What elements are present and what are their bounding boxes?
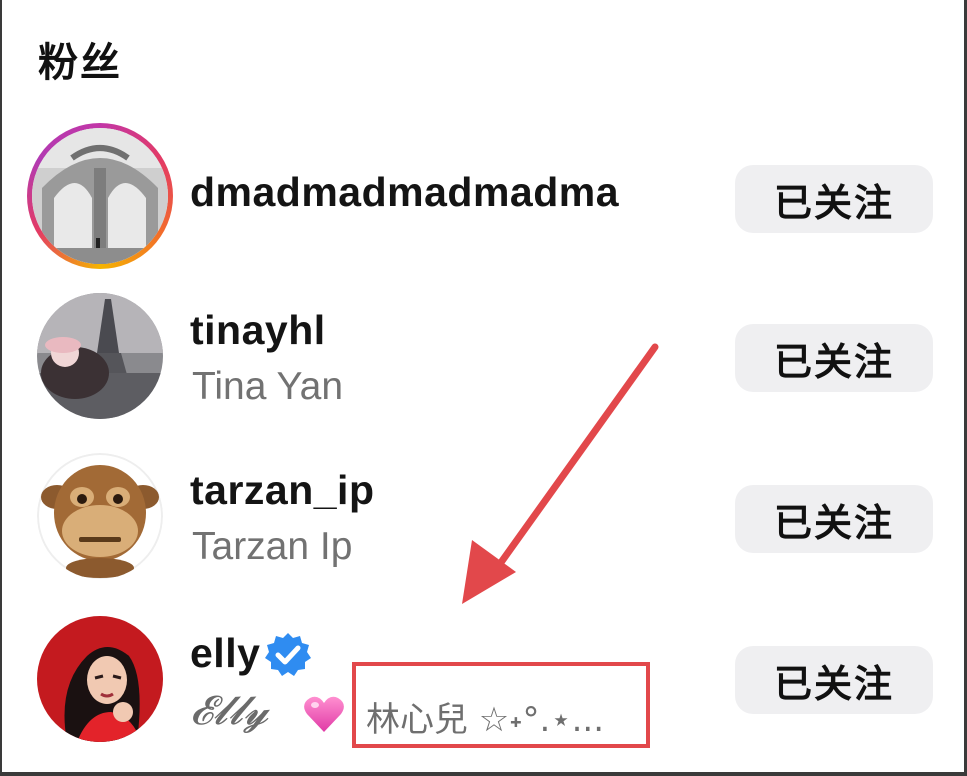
avatar-monkey-emoji[interactable]: [37, 453, 163, 579]
follower-username[interactable]: tarzan_ip: [190, 467, 375, 514]
follower-row[interactable]: dmadmadmadmadma 已关注: [0, 123, 967, 273]
frame-bottom-border: [0, 772, 967, 776]
avatar-eiffel-tower-photo[interactable]: [37, 293, 163, 419]
following-button[interactable]: 已关注: [735, 646, 933, 714]
annotation-highlight-box: [352, 662, 650, 748]
avatar-red-portrait-photo[interactable]: [37, 616, 163, 742]
follower-fullname: Tina Yan: [192, 365, 344, 408]
following-button[interactable]: 已关注: [735, 165, 933, 233]
follower-username[interactable]: tinayhl: [190, 307, 326, 354]
follower-username[interactable]: dmadmadmadmadma: [190, 169, 619, 216]
avatar-architecture-photo[interactable]: [32, 128, 168, 264]
verified-badge-icon: [265, 633, 311, 676]
follower-username[interactable]: elly: [190, 630, 260, 677]
page-title: 粉丝: [38, 40, 122, 86]
follower-fullname-script: 𝓔𝓵𝓵𝔂: [190, 688, 269, 734]
following-button[interactable]: 已关注: [735, 324, 933, 392]
follower-row[interactable]: tinayhl Tina Yan 已关注: [0, 283, 967, 433]
following-button[interactable]: 已关注: [735, 485, 933, 553]
heart-emoji-icon: [304, 696, 344, 732]
follower-fullname: Tarzan Ip: [192, 525, 353, 568]
follower-row[interactable]: tarzan_ip Tarzan Ip 已关注: [0, 443, 967, 593]
